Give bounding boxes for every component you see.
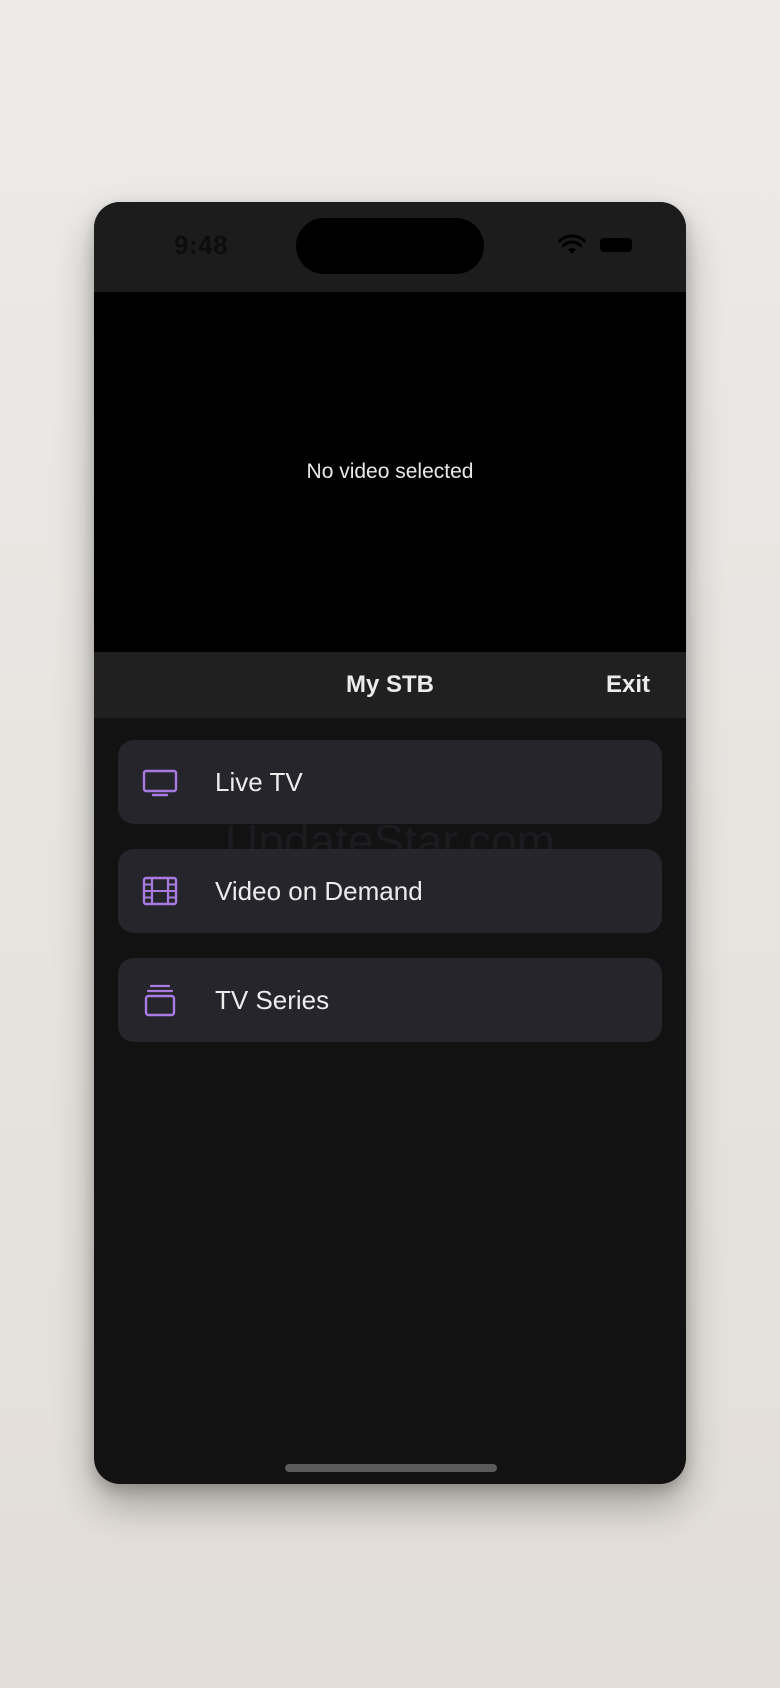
exit-button[interactable]: Exit	[606, 671, 650, 699]
video-player[interactable]: No video selected	[94, 292, 686, 652]
menu-item-live-tv[interactable]: Live TV	[118, 740, 662, 824]
menu-list: Live TV Video on Demand TV Series	[118, 740, 662, 1067]
wifi-icon	[558, 234, 586, 254]
no-video-message: No video selected	[306, 460, 474, 483]
phone-frame: 9:48 No video selected My STB Exit Updat…	[94, 202, 686, 1484]
menu-item-label: Video on Demand	[215, 876, 423, 906]
home-indicator[interactable]	[285, 1464, 497, 1472]
status-bar: 9:48	[94, 202, 686, 292]
film-icon	[142, 876, 178, 906]
menu-item-tv-series[interactable]: TV Series	[118, 958, 662, 1042]
stack-icon	[144, 984, 176, 1017]
menu-item-video-on-demand[interactable]: Video on Demand	[118, 849, 662, 933]
page-title: My STB	[345, 671, 434, 698]
dynamic-island	[296, 218, 484, 274]
navigation-bar: My STB Exit	[94, 652, 686, 718]
battery-icon	[600, 238, 632, 252]
menu-item-label: Live TV	[215, 767, 303, 797]
status-time: 9:48	[174, 230, 229, 260]
menu-item-label: TV Series	[215, 985, 330, 1015]
tv-icon	[142, 769, 178, 797]
